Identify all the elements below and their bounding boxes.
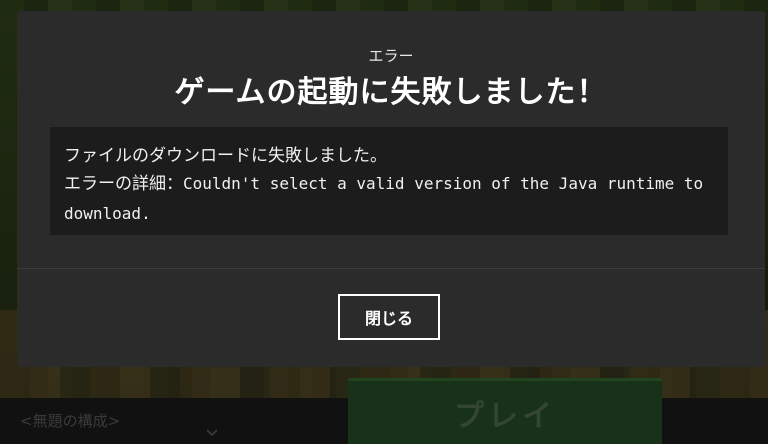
dialog-divider bbox=[17, 268, 765, 269]
dialog-title: ゲームの起動に失敗しました！ bbox=[174, 75, 608, 110]
error-dialog: エラー ゲームの起動に失敗しました！ ファイルのダウンロードに失敗しました。 エ… bbox=[17, 11, 765, 367]
error-message-box: ファイルのダウンロードに失敗しました。 エラーの詳細：Couldn't sele… bbox=[50, 127, 728, 235]
error-message: ファイルのダウンロードに失敗しました。 bbox=[64, 146, 387, 166]
dialog-subtitle: エラー bbox=[368, 47, 414, 65]
error-detail-label: エラーの詳細： bbox=[64, 174, 183, 194]
close-button[interactable]: 閉じる bbox=[338, 294, 440, 340]
error-detail: エラーの詳細：Couldn't select a valid version o… bbox=[64, 169, 714, 229]
